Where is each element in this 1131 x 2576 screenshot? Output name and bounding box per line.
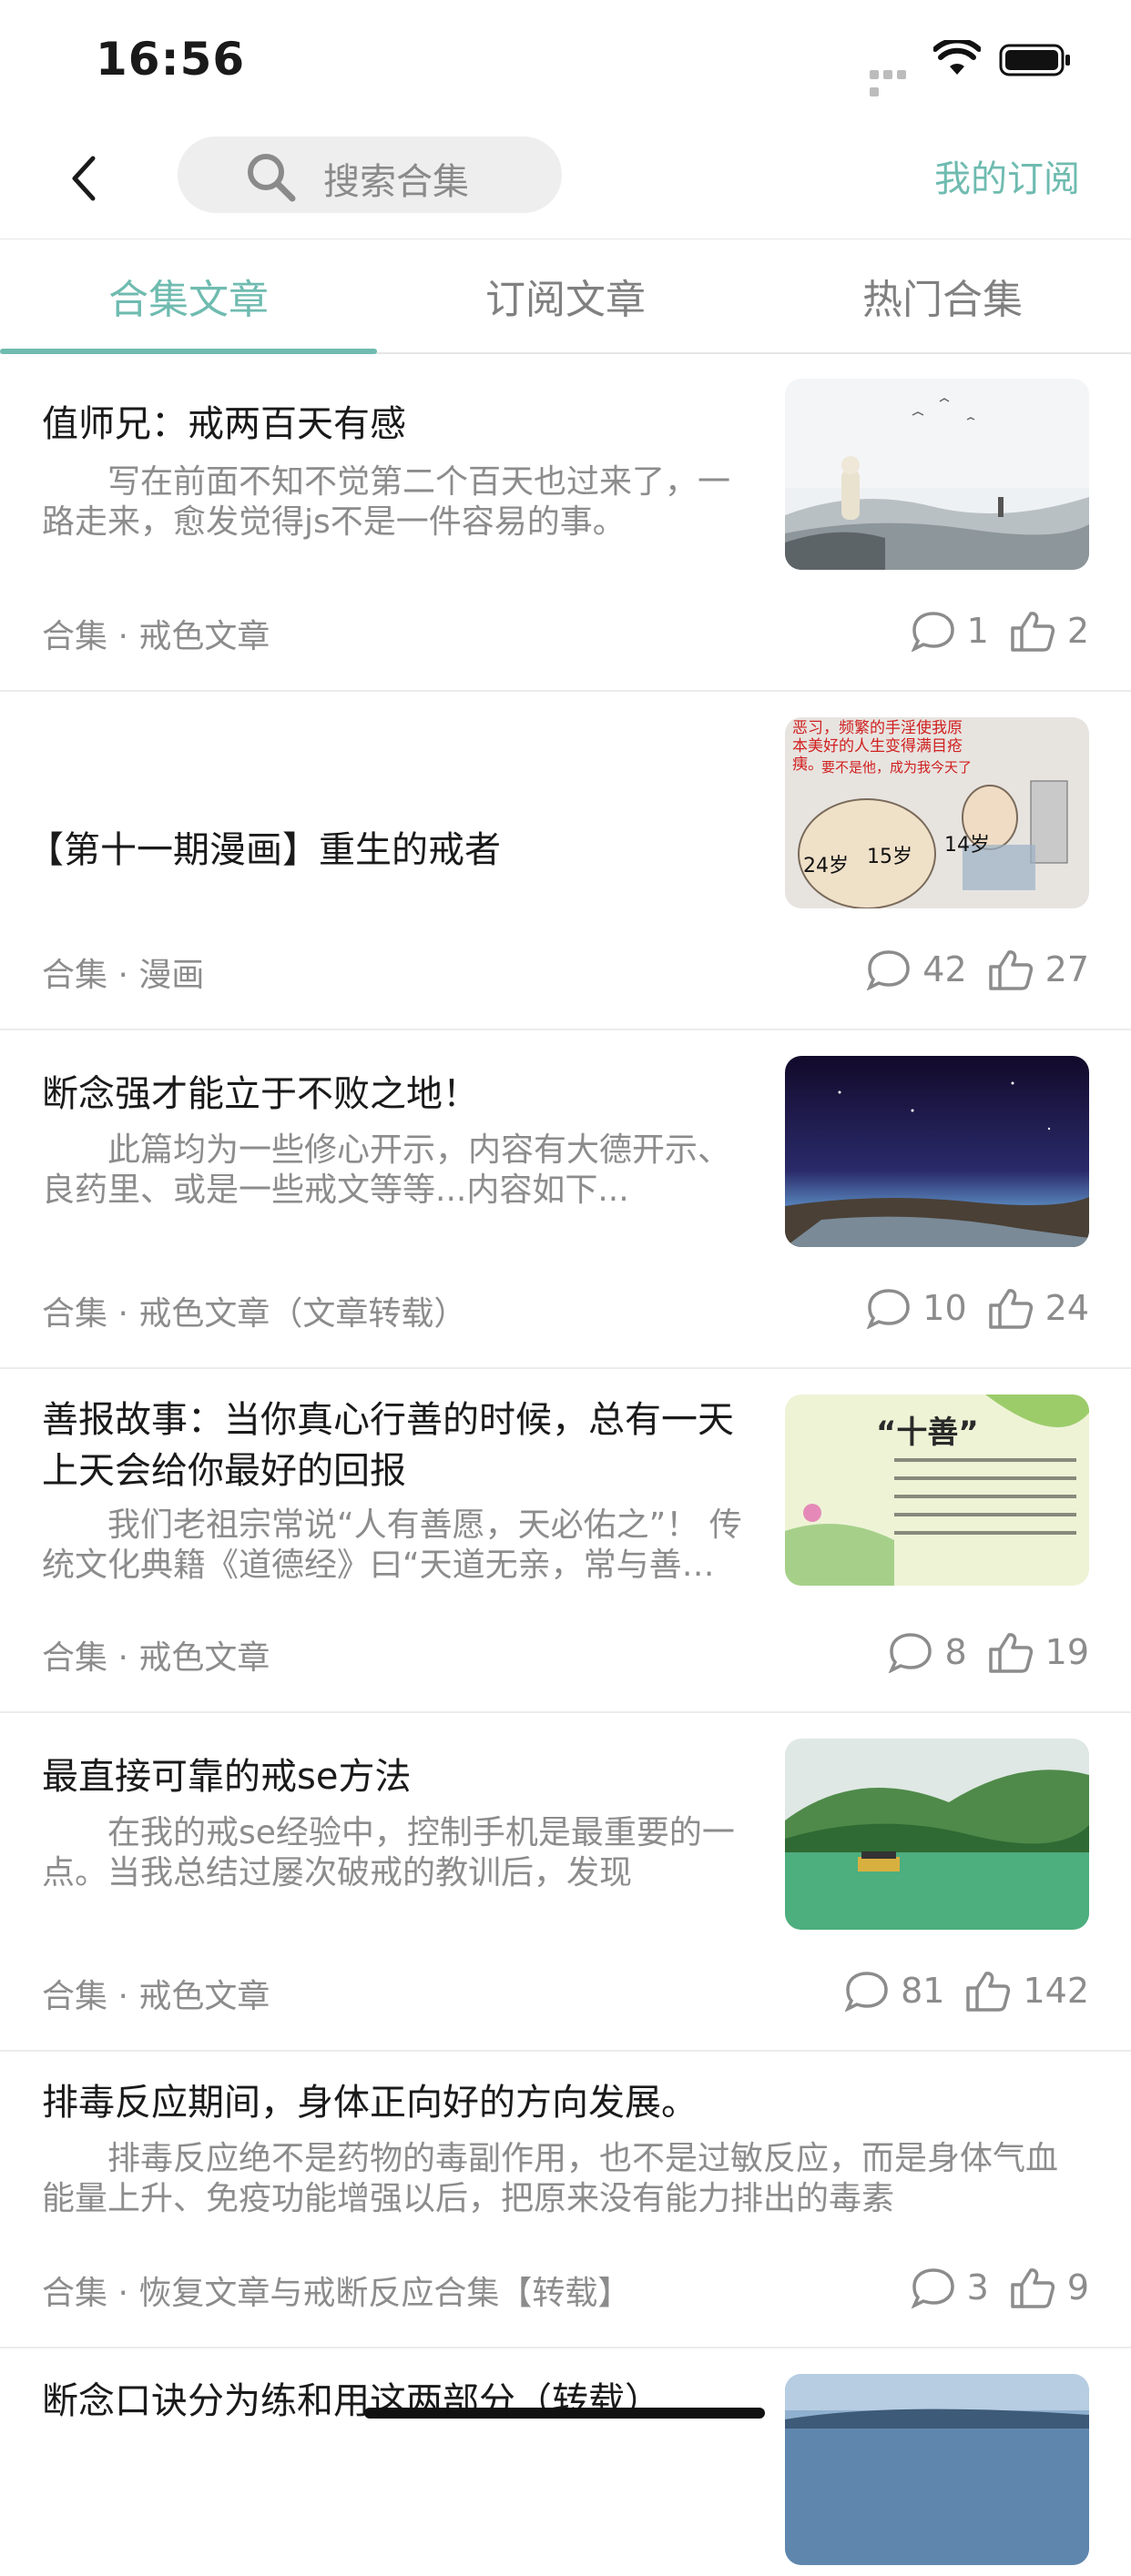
thumbnail-heading: “十善”: [876, 1415, 979, 1451]
article-stats: 3 9: [909, 2262, 1089, 2313]
thumbnail-age-label: 15岁: [867, 846, 912, 868]
tab-collection-articles[interactable]: 合集文章: [0, 267, 377, 325]
article-summary: 在我的戒se经验中，控制手机是最重要的一点。当我总结过屡次破戒的教训后，发现: [42, 1814, 735, 1891]
status-time: 16:56: [96, 33, 246, 86]
tab-bar: 合集文章 订阅文章 热门合集: [0, 238, 1131, 354]
article-stats: 81 142: [842, 1965, 1089, 2016]
comment-icon[interactable]: [886, 1631, 933, 1673]
nav-bar: 搜索合集 我的订阅: [0, 118, 1131, 238]
comment-count: 1: [966, 611, 989, 651]
article-summary: 此篇均为一些修心开示，内容有大德开示、良药里、或是一些戒文等等...内容如下..…: [42, 1131, 731, 1209]
comment-icon[interactable]: [909, 610, 956, 652]
thumbs-up-icon[interactable]: [964, 1970, 1012, 2012]
article-title: 断念强才能立于不败之地！: [42, 1073, 479, 1115]
comment-count: 42: [922, 949, 967, 989]
tab-subscribed-articles[interactable]: 订阅文章: [377, 267, 754, 325]
article-thumbnail[interactable]: 恶习，频繁的手淫使我原本美好的人生变得满目疮痍。 要不是他，成为我今天了 24岁…: [785, 717, 1089, 908]
thumbs-up-icon[interactable]: [987, 1631, 1034, 1673]
list-item[interactable]: 最直接可靠的戒se方法 在我的戒se经验中，控制手机是最重要的一点。当我总结过屡…: [0, 1713, 1131, 2052]
list-item[interactable]: 值师兄：戒两百天有感 写在前面不知不觉第二个百天也过来了，一路走来，愈发觉得js…: [0, 353, 1131, 692]
article-collection-tag[interactable]: 合集 · 戒色文章: [42, 610, 270, 657]
search-icon: [248, 154, 296, 202]
comment-icon[interactable]: [909, 2267, 956, 2308]
search-input[interactable]: 搜索合集: [178, 137, 562, 213]
article-collection-tag[interactable]: 合集 · 戒色文章（文章转载）: [42, 1287, 466, 1334]
article-thumbnail[interactable]: “十善”: [785, 1394, 1089, 1586]
status-bar: 16:56: [0, 0, 1131, 118]
thumbnail-age-label: 14岁: [944, 834, 990, 857]
article-title: 值师兄：戒两百天有感: [42, 403, 406, 445]
list-item[interactable]: 排毒反应期间，身体正向好的方向发展。 排毒反应绝不是药物的毒副作用，也不是过敏反…: [0, 2052, 1131, 2348]
comment-count: 3: [966, 2267, 989, 2307]
like-count: 19: [1044, 1632, 1089, 1672]
article-collection-tag[interactable]: 合集 · 戒色文章: [42, 1970, 270, 2017]
tab-popular-collections[interactable]: 热门合集: [754, 267, 1131, 325]
list-item[interactable]: 断念强才能立于不败之地！ 此篇均为一些修心开示，内容有大德开示、良药里、或是一些…: [0, 1030, 1131, 1369]
comment-icon[interactable]: [864, 1287, 912, 1329]
article-thumbnail[interactable]: [785, 379, 1089, 570]
article-stats: 8 19: [886, 1627, 1089, 1678]
comment-count: 10: [922, 1288, 967, 1328]
article-title: 断念口诀分为练和用这两部分（转载）: [42, 2380, 661, 2422]
article-collection-tag[interactable]: 合集 · 漫画: [42, 948, 204, 996]
thumbnail-age-label: 24岁: [803, 855, 849, 877]
wifi-icon: [933, 40, 981, 75]
comment-count: 8: [944, 1632, 967, 1672]
article-stats: 42 27: [864, 944, 1089, 995]
like-count: 142: [1023, 1971, 1089, 2011]
like-count: 27: [1044, 949, 1089, 989]
article-list: 值师兄：戒两百天有感 写在前面不知不觉第二个百天也过来了，一路走来，愈发觉得js…: [0, 353, 1131, 2576]
thumbs-up-icon[interactable]: [1009, 610, 1056, 652]
comment-icon[interactable]: [842, 1970, 890, 2012]
article-title: 善报故事：当你真心行善的时候，总有一天上天会给你最好的回报: [42, 1399, 734, 1492]
like-count: 24: [1044, 1288, 1089, 1328]
article-title: 【第十一期漫画】重生的戒者: [27, 829, 501, 871]
thumbs-up-icon[interactable]: [987, 948, 1034, 990]
article-title: 最直接可靠的戒se方法: [42, 1756, 412, 1798]
cellular-signal-icon: [870, 66, 922, 96]
battery-icon: [999, 44, 1070, 76]
back-icon[interactable]: [64, 151, 104, 206]
home-indicator[interactable]: [364, 2408, 765, 2419]
article-stats: 10 24: [864, 1283, 1089, 1334]
my-subscription-button[interactable]: 我的订阅: [934, 149, 1080, 202]
list-item[interactable]: 断念口诀分为练和用这两部分（转载）: [0, 2348, 1131, 2576]
list-item[interactable]: 【第十一期漫画】重生的戒者 合集 · 漫画 42 27 恶习，频繁的手淫使我原本…: [0, 692, 1131, 1030]
article-thumbnail[interactable]: [785, 1056, 1089, 1247]
article-title: 排毒反应期间，身体正向好的方向发展。: [42, 2082, 698, 2124]
article-stats: 1 2: [909, 605, 1089, 656]
article-summary: 排毒反应绝不是药物的毒副作用，也不是过敏反应，而是身体气血能量上升、免疫功能增强…: [42, 2140, 1059, 2217]
article-thumbnail[interactable]: [785, 1739, 1089, 1930]
article-collection-tag[interactable]: 合集 · 恢复文章与戒断反应合集【转载】: [42, 2267, 630, 2314]
article-collection-tag[interactable]: 合集 · 戒色文章: [42, 1631, 270, 1678]
thumbs-up-icon[interactable]: [987, 1287, 1034, 1329]
list-item[interactable]: 善报故事：当你真心行善的时候，总有一天上天会给你最好的回报 我们老祖宗常说“人有…: [0, 1369, 1131, 1713]
search-placeholder: 搜索合集: [323, 161, 469, 203]
article-thumbnail[interactable]: [785, 2374, 1089, 2565]
article-summary: 写在前面不知不觉第二个百天也过来了，一路走来，愈发觉得js不是一件容易的事。: [42, 463, 731, 541]
like-count: 2: [1066, 611, 1089, 651]
comment-icon[interactable]: [864, 948, 912, 990]
thumbs-up-icon[interactable]: [1009, 2267, 1056, 2308]
thumbnail-caption-2: 要不是他，成为我今天了: [821, 759, 973, 776]
article-summary: 我们老祖宗常说“人有善愿，天必佑之”！ 传统文化典籍《道德经》曰“天道无亲，常与…: [42, 1506, 742, 1584]
comment-count: 81: [901, 1971, 945, 2011]
like-count: 9: [1066, 2267, 1089, 2307]
